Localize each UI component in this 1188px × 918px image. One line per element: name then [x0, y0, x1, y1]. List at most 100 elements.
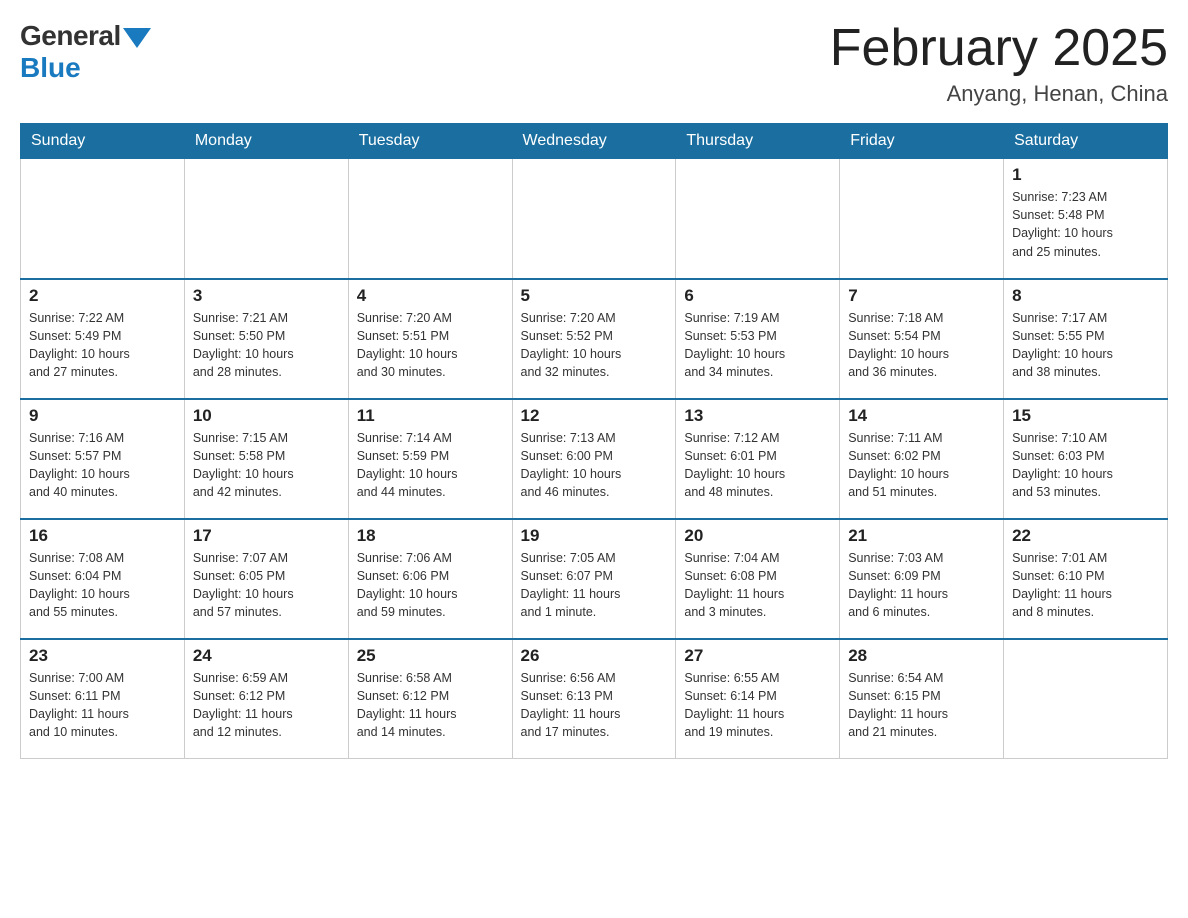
weekday-header-saturday: Saturday — [1004, 124, 1168, 159]
title-block: February 2025 Anyang, Henan, China — [830, 20, 1168, 107]
day-number: 26 — [521, 646, 668, 666]
day-info: Sunrise: 7:22 AM Sunset: 5:49 PM Dayligh… — [29, 309, 176, 382]
day-info: Sunrise: 7:05 AM Sunset: 6:07 PM Dayligh… — [521, 549, 668, 622]
weekday-header-wednesday: Wednesday — [512, 124, 676, 159]
day-number: 9 — [29, 406, 176, 426]
day-number: 25 — [357, 646, 504, 666]
day-info: Sunrise: 7:00 AM Sunset: 6:11 PM Dayligh… — [29, 669, 176, 742]
calendar-cell: 7Sunrise: 7:18 AM Sunset: 5:54 PM Daylig… — [840, 279, 1004, 399]
day-number: 12 — [521, 406, 668, 426]
day-number: 13 — [684, 406, 831, 426]
day-number: 21 — [848, 526, 995, 546]
logo-arrow-icon — [123, 28, 151, 48]
day-info: Sunrise: 7:19 AM Sunset: 5:53 PM Dayligh… — [684, 309, 831, 382]
day-info: Sunrise: 7:16 AM Sunset: 5:57 PM Dayligh… — [29, 429, 176, 502]
calendar-cell: 23 Sunrise: 7:00 AM Sunset: 6:11 PM Dayli… — [21, 639, 185, 759]
day-info: Sunrise: 7:14 AM Sunset: 5:59 PM Dayligh… — [357, 429, 504, 502]
calendar-cell: 3 Sunrise: 7:21 AM Sunset: 5:50 PM Daylig… — [184, 279, 348, 399]
calendar-cell: 18 Sunrise: 7:06 AM Sunset: 6:06 PM Dayli… — [348, 519, 512, 639]
calendar-cell: 1 Sunrise: 7:23 AM Sunset: 5:48 PM Daylig… — [1004, 159, 1168, 279]
day-info: Sunrise: 7:20 AM Sunset: 5:51 PM Dayligh… — [357, 309, 504, 382]
day-info: Sunrise: 7:03 AM Sunset: 6:09 PM Dayligh… — [848, 549, 995, 622]
calendar-cell: 22Sunrise: 7:01 AM Sunset: 6:10 PM Dayli… — [1004, 519, 1168, 639]
month-title: February 2025 — [830, 20, 1168, 77]
day-number: 23 — [29, 646, 176, 666]
calendar-cell: 19 Sunrise: 7:05 AM Sunset: 6:07 PM Dayli… — [512, 519, 676, 639]
calendar-cell — [512, 159, 676, 279]
calendar-cell — [21, 159, 185, 279]
week-row-4: 16 Sunrise: 7:08 AM Sunset: 6:04 PM Dayli… — [21, 519, 1168, 639]
day-number: 27 — [684, 646, 831, 666]
day-info: Sunrise: 7:06 AM Sunset: 6:06 PM Dayligh… — [357, 549, 504, 622]
day-info: Sunrise: 7:15 AM Sunset: 5:58 PM Dayligh… — [193, 429, 340, 502]
calendar-cell: 10 Sunrise: 7:15 AM Sunset: 5:58 PM Dayli… — [184, 399, 348, 519]
day-info: Sunrise: 7:23 AM Sunset: 5:48 PM Dayligh… — [1012, 188, 1159, 261]
day-number: 16 — [29, 526, 176, 546]
week-row-1: 1 Sunrise: 7:23 AM Sunset: 5:48 PM Daylig… — [21, 159, 1168, 279]
day-number: 24 — [193, 646, 340, 666]
day-info: Sunrise: 7:12 AM Sunset: 6:01 PM Dayligh… — [684, 429, 831, 502]
calendar-cell: 15 Sunrise: 7:10 AM Sunset: 6:03 PM Dayli… — [1004, 399, 1168, 519]
day-number: 18 — [357, 526, 504, 546]
weekday-header-sunday: Sunday — [21, 124, 185, 159]
day-number: 4 — [357, 286, 504, 306]
calendar-cell — [676, 159, 840, 279]
calendar-cell: 21 Sunrise: 7:03 AM Sunset: 6:09 PM Dayli… — [840, 519, 1004, 639]
day-info: Sunrise: 6:59 AM Sunset: 6:12 PM Dayligh… — [193, 669, 340, 742]
calendar-cell: 14 Sunrise: 7:11 AM Sunset: 6:02 PM Dayli… — [840, 399, 1004, 519]
calendar-cell: 27 Sunrise: 6:55 AM Sunset: 6:14 PM Dayli… — [676, 639, 840, 759]
day-number: 10 — [193, 406, 340, 426]
day-number: 14 — [848, 406, 995, 426]
day-info: Sunrise: 7:04 AM Sunset: 6:08 PM Dayligh… — [684, 549, 831, 622]
day-info: Sunrise: 6:54 AM Sunset: 6:15 PM Dayligh… — [848, 669, 995, 742]
logo: General Blue — [20, 20, 151, 84]
day-info: Sunrise: 7:10 AM Sunset: 6:03 PM Dayligh… — [1012, 429, 1159, 502]
weekday-header-row: SundayMondayTuesdayWednesdayThursdayFrid… — [21, 124, 1168, 159]
week-row-2: 2 Sunrise: 7:22 AM Sunset: 5:49 PM Daylig… — [21, 279, 1168, 399]
calendar-cell: 6 Sunrise: 7:19 AM Sunset: 5:53 PM Daylig… — [676, 279, 840, 399]
day-number: 17 — [193, 526, 340, 546]
day-number: 6 — [684, 286, 831, 306]
location: Anyang, Henan, China — [830, 81, 1168, 107]
calendar-cell: 12Sunrise: 7:13 AM Sunset: 6:00 PM Dayli… — [512, 399, 676, 519]
day-number: 8 — [1012, 286, 1159, 306]
day-info: Sunrise: 7:21 AM Sunset: 5:50 PM Dayligh… — [193, 309, 340, 382]
calendar-cell: 26 Sunrise: 6:56 AM Sunset: 6:13 PM Dayli… — [512, 639, 676, 759]
day-number: 1 — [1012, 165, 1159, 185]
logo-blue-text: Blue — [20, 52, 81, 84]
calendar-cell: 25Sunrise: 6:58 AM Sunset: 6:12 PM Dayli… — [348, 639, 512, 759]
calendar-cell: 5 Sunrise: 7:20 AM Sunset: 5:52 PM Daylig… — [512, 279, 676, 399]
weekday-header-friday: Friday — [840, 124, 1004, 159]
day-number: 28 — [848, 646, 995, 666]
day-info: Sunrise: 7:20 AM Sunset: 5:52 PM Dayligh… — [521, 309, 668, 382]
week-row-3: 9 Sunrise: 7:16 AM Sunset: 5:57 PM Daylig… — [21, 399, 1168, 519]
calendar-cell: 20 Sunrise: 7:04 AM Sunset: 6:08 PM Dayli… — [676, 519, 840, 639]
calendar-cell: 2 Sunrise: 7:22 AM Sunset: 5:49 PM Daylig… — [21, 279, 185, 399]
day-number: 15 — [1012, 406, 1159, 426]
weekday-header-monday: Monday — [184, 124, 348, 159]
day-number: 19 — [521, 526, 668, 546]
day-number: 20 — [684, 526, 831, 546]
day-number: 5 — [521, 286, 668, 306]
day-info: Sunrise: 7:18 AM Sunset: 5:54 PM Dayligh… — [848, 309, 995, 382]
day-info: Sunrise: 7:17 AM Sunset: 5:55 PM Dayligh… — [1012, 309, 1159, 382]
day-info: Sunrise: 7:08 AM Sunset: 6:04 PM Dayligh… — [29, 549, 176, 622]
day-info: Sunrise: 6:55 AM Sunset: 6:14 PM Dayligh… — [684, 669, 831, 742]
day-info: Sunrise: 6:56 AM Sunset: 6:13 PM Dayligh… — [521, 669, 668, 742]
day-number: 3 — [193, 286, 340, 306]
day-info: Sunrise: 7:07 AM Sunset: 6:05 PM Dayligh… — [193, 549, 340, 622]
day-number: 2 — [29, 286, 176, 306]
calendar-cell — [1004, 639, 1168, 759]
calendar-cell: 17 Sunrise: 7:07 AM Sunset: 6:05 PM Dayli… — [184, 519, 348, 639]
calendar-cell: 16 Sunrise: 7:08 AM Sunset: 6:04 PM Dayli… — [21, 519, 185, 639]
day-info: Sunrise: 7:11 AM Sunset: 6:02 PM Dayligh… — [848, 429, 995, 502]
logo-general-text: General — [20, 20, 121, 52]
weekday-header-thursday: Thursday — [676, 124, 840, 159]
calendar-cell: 13 Sunrise: 7:12 AM Sunset: 6:01 PM Dayli… — [676, 399, 840, 519]
calendar-cell: 9 Sunrise: 7:16 AM Sunset: 5:57 PM Daylig… — [21, 399, 185, 519]
calendar-cell — [184, 159, 348, 279]
calendar-cell — [348, 159, 512, 279]
week-row-5: 23 Sunrise: 7:00 AM Sunset: 6:11 PM Dayli… — [21, 639, 1168, 759]
calendar-cell: 8 Sunrise: 7:17 AM Sunset: 5:55 PM Daylig… — [1004, 279, 1168, 399]
calendar-cell: 4 Sunrise: 7:20 AM Sunset: 5:51 PM Daylig… — [348, 279, 512, 399]
